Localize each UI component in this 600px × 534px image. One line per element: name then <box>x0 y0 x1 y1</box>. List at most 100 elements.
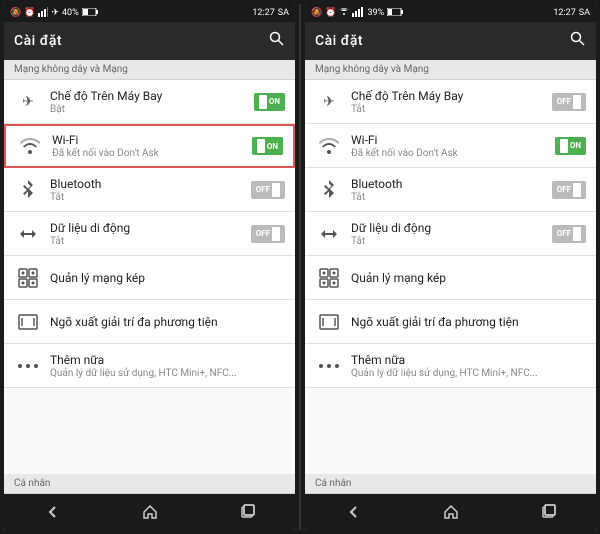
data-icon <box>315 220 343 248</box>
setting-sub-label: Quản lý dữ liệu sử dụng, HTC Mini+, NFC.… <box>50 368 249 379</box>
setting-name-label: Thêm nữa <box>351 353 550 367</box>
toggle-off[interactable]: OFF <box>552 93 586 111</box>
home-button[interactable] <box>431 497 471 527</box>
setting-sub-label: Tắt <box>50 192 251 203</box>
setting-item-0[interactable]: ✈ Chế độ Trên Máy BayBậtON <box>4 80 295 124</box>
battery-icon <box>387 8 403 19</box>
✈-icon: ✈ <box>315 88 343 116</box>
status-time: 12:27 SA <box>252 8 289 18</box>
setting-text: Quản lý mạng kép <box>351 271 550 285</box>
alarm-icon: ⏰ <box>24 8 35 18</box>
toggle-control[interactable]: OFF <box>552 225 586 243</box>
setting-text: Quản lý mạng kép <box>50 271 249 285</box>
toggle-control[interactable]: OFF <box>552 93 586 111</box>
phone-left: 🔕 ⏰ ✈ 40% 12:27 SA Cài đặtMạng không dây… <box>4 4 295 530</box>
setting-item-1[interactable]: Wi-FiĐã kết nối vào Don't AskON <box>305 124 596 168</box>
setting-name-label: Wi-Fi <box>52 133 252 147</box>
phone-divider <box>299 4 301 530</box>
toggle-on[interactable]: ON <box>555 137 586 155</box>
setting-sub-label: Tắt <box>351 236 552 247</box>
mute-icon: 🔕 <box>311 8 322 18</box>
time-display: 12:27 <box>553 8 575 18</box>
toggle-off[interactable]: OFF <box>251 225 285 243</box>
battery-percent: 40% <box>62 8 79 18</box>
setting-item-3[interactable]: Dữ liệu di độngTắtOFF <box>305 212 596 256</box>
status-time: 12:27 SA <box>553 8 590 18</box>
setting-name-label: Dữ liệu di động <box>351 221 552 235</box>
setting-name-label: Ngõ xuất giải trí đa phương tiện <box>50 315 249 329</box>
setting-text: BluetoothTắt <box>50 177 251 203</box>
setting-text: Chế độ Trên Máy BayTắt <box>351 89 552 115</box>
region-label: SA <box>278 8 289 18</box>
section-header-personal: Cá nhân <box>305 474 596 494</box>
setting-item-6[interactable]: Thêm nữaQuản lý dữ liệu sử dụng, HTC Min… <box>4 344 295 388</box>
setting-name-label: Quản lý mạng kép <box>50 271 249 285</box>
setting-sub-label: Đã kết nối vào Don't Ask <box>52 148 252 159</box>
setting-sub-label: Đã kết nối vào Don't Ask <box>351 148 555 159</box>
toggle-off[interactable]: OFF <box>251 181 285 199</box>
setting-item-1[interactable]: Wi-FiĐã kết nối vào Don't AskON <box>4 124 295 168</box>
app-container: 🔕 ⏰ ✈ 40% 12:27 SA Cài đặt Mạng không dây… <box>0 0 600 534</box>
page-title: Cài đặt <box>315 33 363 49</box>
airplane-status: ✈ <box>51 8 59 18</box>
setting-name-label: Chế độ Trên Máy Bay <box>50 89 254 103</box>
setting-text: BluetoothTắt <box>351 177 552 203</box>
battery-percent: 39% <box>367 8 384 18</box>
alarm-icon: ⏰ <box>325 8 336 18</box>
setting-text: Thêm nữaQuản lý dữ liệu sử dụng, HTC Min… <box>50 353 249 379</box>
setting-item-3[interactable]: Dữ liệu di độngTắtOFF <box>4 212 295 256</box>
more-icon <box>315 352 343 380</box>
setting-text: Ngõ xuất giải trí đa phương tiện <box>351 315 550 329</box>
setting-item-0[interactable]: ✈ Chế độ Trên Máy BayTắtOFF <box>305 80 596 124</box>
settings-list: ✈Chế độ Trên Máy BayTắtOFF Wi-FiĐã kết n… <box>305 80 596 474</box>
setting-item-5[interactable]: Ngõ xuất giải trí đa phương tiện <box>4 300 295 344</box>
setting-name-label: Bluetooth <box>50 177 251 191</box>
data-icon <box>14 220 42 248</box>
setting-name-label: Ngõ xuất giải trí đa phương tiện <box>351 315 550 329</box>
section-header-network: Mạng không dây và Mạng <box>305 60 596 80</box>
signal-bars <box>352 7 364 20</box>
setting-item-4[interactable]: Quản lý mạng kép <box>305 256 596 300</box>
setting-name-label: Wi-Fi <box>351 133 555 147</box>
settings-list: ✈Chế độ Trên Máy BayBậtON Wi-FiĐã kết nố… <box>4 80 295 474</box>
setting-item-2[interactable]: BluetoothTắtOFF <box>4 168 295 212</box>
toggle-control[interactable]: OFF <box>251 225 285 243</box>
search-button[interactable] <box>570 31 586 51</box>
toggle-control[interactable]: OFF <box>251 181 285 199</box>
setting-text: Dữ liệu di độngTắt <box>50 221 251 247</box>
bluetooth-icon <box>315 176 343 204</box>
toggle-off[interactable]: OFF <box>552 181 586 199</box>
setting-text: Wi-FiĐã kết nối vào Don't Ask <box>52 133 252 159</box>
setting-item-4[interactable]: Quản lý mạng kép <box>4 256 295 300</box>
setting-name-label: Quản lý mạng kép <box>351 271 550 285</box>
setting-item-5[interactable]: Ngõ xuất giải trí đa phương tiện <box>305 300 596 344</box>
toggle-control[interactable]: ON <box>555 137 586 155</box>
time-display: 12:27 <box>252 8 274 18</box>
wifi-icon <box>315 132 343 160</box>
setting-text: Ngõ xuất giải trí đa phương tiện <box>50 315 249 329</box>
toggle-control[interactable]: ON <box>254 93 285 111</box>
setting-text: Dữ liệu di độngTắt <box>351 221 552 247</box>
recents-button[interactable] <box>227 497 267 527</box>
setting-sub-label: Quản lý dữ liệu sử dụng, HTC Mini+, NFC.… <box>351 368 550 379</box>
toggle-control[interactable]: OFF <box>552 181 586 199</box>
top-bar: Cài đặt <box>4 22 295 60</box>
status-bar: 🔕 ⏰ ✈ 40% 12:27 SA <box>4 4 295 22</box>
setting-sub-label: Bật <box>50 104 254 115</box>
page-title: Cài đặt <box>14 33 62 49</box>
search-button[interactable] <box>269 31 285 51</box>
home-button[interactable] <box>130 497 170 527</box>
section-header-personal: Cá nhân <box>4 474 295 494</box>
setting-item-6[interactable]: Thêm nữaQuản lý dữ liệu sử dụng, HTC Min… <box>305 344 596 388</box>
recents-button[interactable] <box>528 497 568 527</box>
back-button[interactable] <box>334 497 374 527</box>
toggle-off[interactable]: OFF <box>552 225 586 243</box>
toggle-on[interactable]: ON <box>252 137 283 155</box>
setting-sub-label: Tắt <box>351 104 552 115</box>
setting-item-2[interactable]: BluetoothTắtOFF <box>305 168 596 212</box>
back-button[interactable] <box>33 497 73 527</box>
✈-icon: ✈ <box>14 88 42 116</box>
toggle-on[interactable]: ON <box>254 93 285 111</box>
setting-text: Chế độ Trên Máy BayBật <box>50 89 254 115</box>
toggle-control[interactable]: ON <box>252 137 283 155</box>
